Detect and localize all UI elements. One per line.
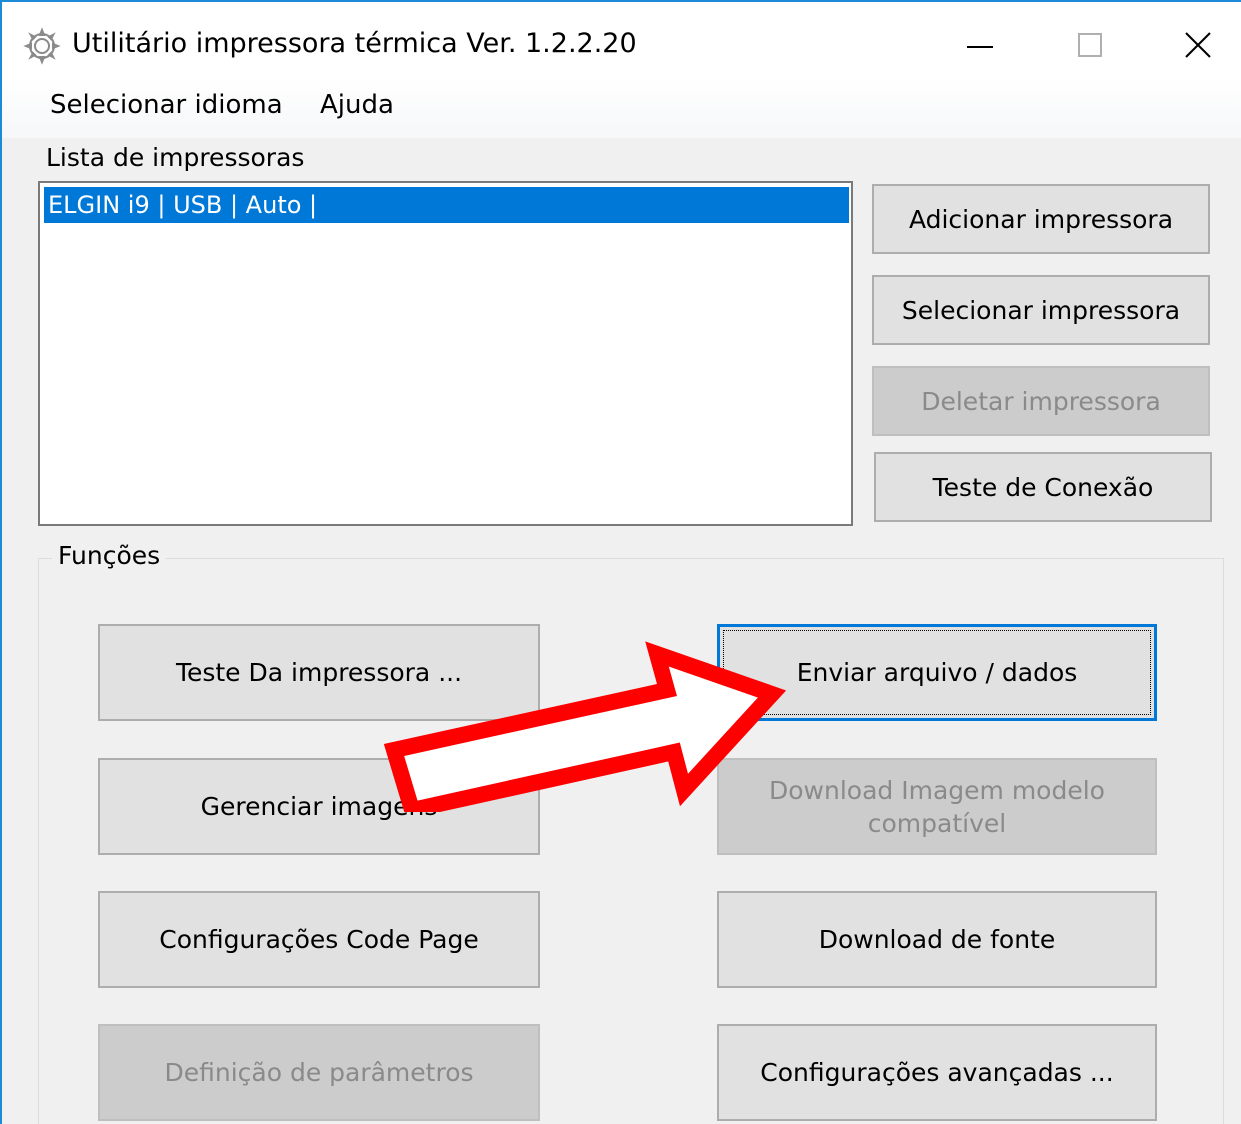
minimize-button[interactable]	[950, 20, 1010, 70]
printer-list[interactable]: ELGIN i9 | USB | Auto |	[38, 181, 853, 526]
title-bar[interactable]: Utilitário impressora térmica Ver. 1.2.2…	[2, 2, 1241, 76]
maximize-button[interactable]	[1060, 20, 1120, 70]
test-connection-button[interactable]: Teste de Conexão	[874, 452, 1212, 522]
window-title: Utilitário impressora térmica Ver. 1.2.2…	[72, 28, 637, 59]
menu-help[interactable]: Ajuda	[320, 90, 394, 120]
minimize-icon	[967, 46, 993, 48]
test-print-button[interactable]: Teste Da impressora ...	[98, 624, 540, 721]
code-page-settings-button[interactable]: Configurações Code Page	[98, 891, 540, 988]
printer-list-item[interactable]: ELGIN i9 | USB | Auto |	[44, 187, 849, 223]
delete-printer-button[interactable]: Deletar impressora	[872, 366, 1210, 436]
maximize-icon	[1078, 33, 1102, 57]
manage-images-button[interactable]: Gerenciar imagens	[98, 758, 540, 855]
download-image-template-button[interactable]: Download Imagem modelo compatível	[717, 758, 1157, 855]
download-font-button[interactable]: Download de fonte	[717, 891, 1157, 988]
gear-icon	[23, 27, 61, 65]
menu-select-language[interactable]: Selecionar idioma	[50, 90, 283, 120]
app-window: Utilitário impressora térmica Ver. 1.2.2…	[0, 0, 1241, 1124]
printer-list-label: Lista de impressoras	[46, 143, 305, 172]
menu-bar: Selecionar idioma Ajuda	[2, 76, 1241, 138]
close-icon	[1185, 32, 1211, 58]
select-printer-button[interactable]: Selecionar impressora	[872, 275, 1210, 345]
functions-group-label: Funções	[52, 541, 167, 570]
add-printer-button[interactable]: Adicionar impressora	[872, 184, 1210, 254]
send-file-button[interactable]: Enviar arquivo / dados	[717, 624, 1157, 721]
parameter-definition-button[interactable]: Definição de parâmetros	[98, 1024, 540, 1121]
advanced-settings-button[interactable]: Configurações avançadas ...	[717, 1024, 1157, 1121]
close-button[interactable]	[1168, 20, 1228, 70]
